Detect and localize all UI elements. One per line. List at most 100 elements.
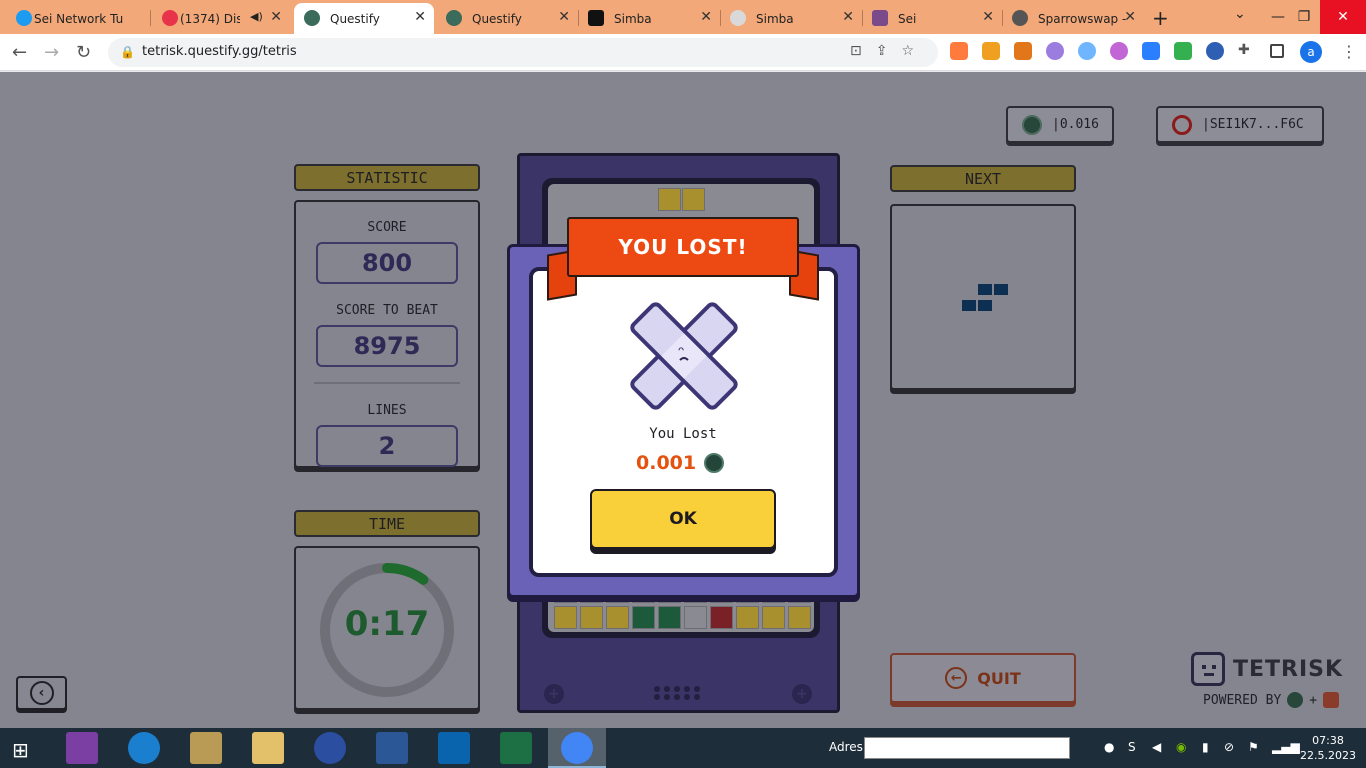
browser-tab-2[interactable]: (1374) Disc ◀) ✕ — [158, 3, 290, 34]
outlook-icon[interactable] — [438, 732, 470, 764]
chevron-down-icon[interactable]: ⌄ — [1234, 6, 1246, 22]
dot — [664, 686, 670, 692]
clock-time: 07:38 — [1312, 734, 1344, 747]
address-toolbar-input[interactable] — [864, 737, 1070, 759]
chrome-taskbar-button[interactable] — [548, 728, 606, 768]
browser-tab-8[interactable]: Sparrowswap - ✕ — [1008, 3, 1144, 34]
help-icon[interactable] — [314, 732, 346, 764]
flag-icon[interactable]: ⚑ — [1248, 740, 1259, 754]
game-area: |0.016 |SEI1K7...F6C STATISTIC SCORE 800… — [0, 72, 1366, 728]
address-bar[interactable]: 🔒 tetrisk.questify.gg/tetris ⊡⇪☆ — [108, 38, 938, 67]
nvidia-icon[interactable]: ◉ — [1176, 740, 1186, 754]
close-icon[interactable]: ✕ — [414, 9, 426, 25]
quit-button[interactable]: ← QUIT — [890, 653, 1076, 703]
internet-explorer-icon[interactable] — [128, 732, 160, 764]
extension-icon[interactable] — [982, 42, 1000, 60]
score-to-beat-label: SCORE TO BEAT — [336, 303, 438, 318]
menu-dots-icon[interactable]: ⋮ — [1341, 42, 1357, 61]
keplr-icon[interactable] — [1142, 42, 1160, 60]
balance-value: |0.016 — [1052, 117, 1099, 132]
translate-share-star-icons[interactable]: ⊡⇪☆ — [850, 43, 928, 59]
close-icon[interactable]: ✕ — [270, 9, 282, 25]
board-cell — [788, 606, 811, 629]
questify-icon — [304, 10, 320, 26]
sad-x-icon: ᵔ — [630, 302, 738, 410]
questify-coin-icon — [1022, 114, 1042, 135]
close-icon[interactable]: ✕ — [558, 9, 570, 25]
extension-icon[interactable] — [1046, 42, 1064, 60]
browser-tab-4[interactable]: Questify ✕ — [442, 3, 578, 34]
close-icon[interactable]: ✕ — [1124, 9, 1136, 25]
close-window-icon[interactable]: ✕ — [1320, 0, 1366, 34]
drop-icon[interactable] — [1078, 42, 1096, 60]
browser-tab-7[interactable]: Sei ✕ — [868, 3, 1002, 34]
close-icon[interactable]: ✕ — [700, 9, 712, 25]
system-clock[interactable]: 07:38 22.5.2023 — [1300, 733, 1356, 763]
new-tab-plus-icon[interactable]: + — [1152, 6, 1169, 30]
board-cell — [606, 606, 629, 629]
metamask-icon[interactable] — [1014, 42, 1032, 60]
wallet-address-button[interactable]: |SEI1K7...F6C — [1156, 106, 1324, 143]
back-arrow-icon[interactable]: ← — [12, 42, 27, 63]
extension-icon[interactable] — [1206, 42, 1224, 60]
lines-label: LINES — [367, 403, 407, 418]
battery-icon[interactable]: ▮ — [1202, 740, 1209, 754]
browser-tab-3-active[interactable]: Questify ✕ — [294, 3, 434, 34]
speaker-icon[interactable]: ◀) — [250, 10, 263, 23]
browser-tab-6[interactable]: Simba ✕ — [726, 3, 862, 34]
address-toolbar-label: Adres — [829, 740, 863, 754]
next-piece-block — [962, 300, 976, 311]
tetrisk-face-icon — [1191, 652, 1225, 686]
dot — [654, 686, 660, 692]
avatar[interactable]: a — [1300, 41, 1322, 63]
lost-amount-row: 0.001 — [636, 452, 725, 474]
tab-title: (1374) Disc — [180, 11, 240, 26]
brand-name: TETRISK — [1233, 656, 1344, 682]
tab-divider — [578, 10, 579, 26]
browser-tab-1[interactable]: Sei Network Tu — [12, 3, 150, 34]
signal-icon[interactable]: ▂▄▆ — [1272, 740, 1300, 754]
extension-icon[interactable] — [1110, 42, 1128, 60]
tab-title: Sparrowswap - — [1038, 11, 1127, 26]
dot — [654, 694, 660, 700]
onenote-icon[interactable] — [66, 732, 98, 764]
side-panel-icon[interactable] — [1270, 44, 1284, 58]
mute-icon[interactable]: ⊘ — [1224, 740, 1234, 754]
volume-icon[interactable]: ◀ — [1152, 740, 1161, 754]
tab-title: Simba — [614, 11, 652, 26]
tray-icon[interactable]: ● — [1104, 740, 1114, 754]
word-icon[interactable] — [376, 732, 408, 764]
tab-title: Questify — [472, 11, 522, 26]
extension-icon[interactable] — [950, 42, 968, 60]
arrow-left-circle-icon: ← — [945, 667, 968, 689]
tab-divider — [862, 10, 863, 26]
close-icon[interactable]: ✕ — [982, 9, 994, 25]
divider — [314, 382, 460, 384]
next-piece-block — [978, 300, 992, 311]
plus-button[interactable]: + — [544, 684, 564, 704]
you-lost-message: You Lost — [649, 426, 717, 442]
forward-arrow-icon[interactable]: → — [44, 42, 59, 63]
back-button[interactable]: ‹ — [16, 676, 67, 710]
close-icon[interactable]: ✕ — [842, 9, 854, 25]
browser-toolbar: ← → ↻ 🔒 tetrisk.questify.gg/tetris ⊡⇪☆ — [0, 34, 1366, 71]
discord-icon — [162, 10, 178, 26]
plus-button[interactable]: + — [792, 684, 812, 704]
score-to-beat-value: 8975 — [316, 325, 458, 367]
browser-tab-5[interactable]: Simba ✕ — [584, 3, 720, 34]
ok-button[interactable]: OK — [590, 489, 776, 549]
extension-icon[interactable] — [1174, 42, 1192, 60]
help-bell-icon[interactable] — [190, 732, 222, 764]
file-explorer-icon[interactable] — [252, 732, 284, 764]
dot — [674, 694, 680, 700]
reload-icon[interactable]: ↻ — [76, 42, 91, 63]
skype-icon[interactable]: S — [1128, 740, 1136, 754]
questify-icon — [446, 10, 462, 26]
board-cell — [580, 606, 603, 629]
restore-icon[interactable]: ❐ — [1286, 0, 1322, 34]
score-value: 800 — [316, 242, 458, 284]
windows-start-icon[interactable]: ⊞ — [12, 738, 29, 762]
excel-icon[interactable] — [500, 732, 532, 764]
timer-value: 0:17 — [344, 604, 430, 644]
puzzle-icon[interactable]: ✚ — [1238, 42, 1256, 60]
